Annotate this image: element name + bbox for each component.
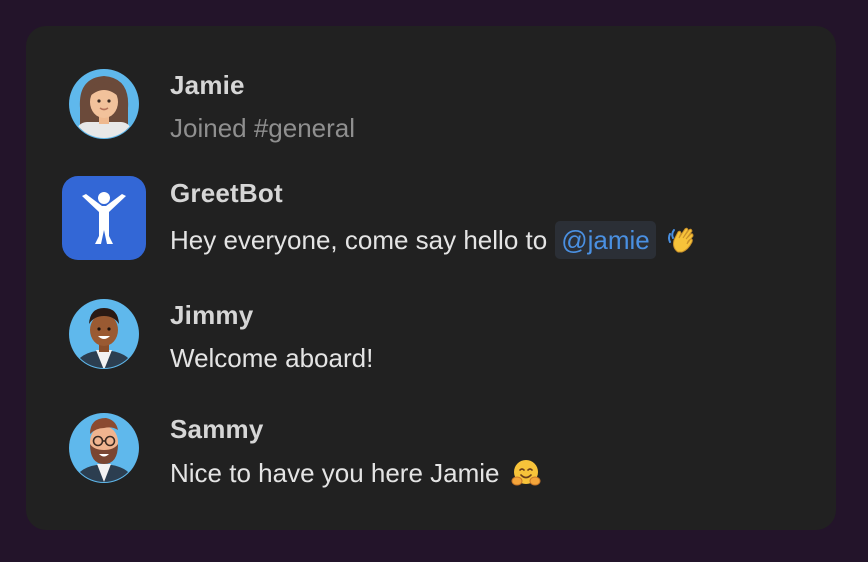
message-author[interactable]: Jamie [170,70,245,101]
message-item: GreetBot Hey everyone, come say hello to… [26,176,836,276]
waving-hand-icon [666,224,698,256]
message-body: Joined #general [170,113,356,143]
message-body: Welcome aboard! [170,343,374,373]
message-author[interactable]: GreetBot [170,178,283,209]
bot-logo-icon[interactable] [62,176,146,260]
message-body: Hey everyone, come say hello to [170,224,548,255]
message-item: Jamie Joined #general [26,68,836,168]
hugging-face-icon [510,457,542,489]
message-text: Joined #general [170,113,355,144]
message-card: Jamie Joined #general GreetBot Hey every… [26,26,836,530]
message-body: Nice to have you here Jamie [170,457,500,488]
message-item: Jimmy Welcome aboard! [26,298,836,398]
message-text: Nice to have you here Jamie [170,457,542,489]
message-author[interactable]: Sammy [170,414,264,445]
message-text: Welcome aboard! [170,343,373,374]
man-avatar-icon[interactable] [68,298,140,370]
woman-avatar-icon[interactable] [68,68,140,140]
message-item: Sammy Nice to have you here Jamie [26,412,836,512]
message-author[interactable]: Jimmy [170,300,253,331]
user-mention[interactable]: @jamie [555,221,656,259]
bearded-man-avatar-icon[interactable] [68,412,140,484]
message-text: Hey everyone, come say hello to @jamie [170,221,698,259]
